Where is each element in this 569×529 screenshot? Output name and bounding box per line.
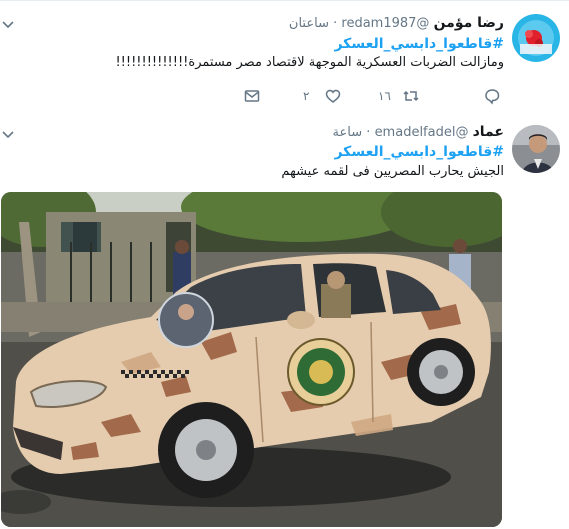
tweet-header: عماد @emadelfadel · ساعة	[333, 122, 504, 142]
display-name[interactable]: رضا مؤمن	[434, 15, 504, 31]
user-handle[interactable]: @emadelfadel	[375, 125, 469, 140]
separator-dot: ·	[333, 16, 338, 31]
like-icon[interactable]	[324, 87, 342, 105]
avatar[interactable]	[512, 14, 560, 62]
dm-icon[interactable]	[243, 87, 261, 105]
user-handle[interactable]: @redam1987	[341, 16, 429, 31]
like-count: ٢	[303, 89, 310, 103]
attached-photo[interactable]	[1, 192, 502, 527]
tweet-header: رضا مؤمن @redam1987 · ساعتان	[289, 13, 504, 33]
separator-dot: ·	[366, 125, 371, 140]
tweet[interactable]: رضا مؤمن @redam1987 · ساعتان #قاطعوا_داب…	[0, 0, 569, 114]
retweet-count: ١٦	[378, 89, 391, 103]
caret-down-icon[interactable]	[2, 129, 14, 141]
avatar[interactable]	[512, 125, 560, 173]
tweet[interactable]: عماد @emadelfadel · ساعة #قاطعوا_دابسي_ا…	[0, 113, 569, 529]
caret-down-icon[interactable]	[2, 19, 14, 31]
hashtag-link[interactable]: #قاطعوا_دابسي_العسكر	[334, 35, 504, 53]
timestamp[interactable]: ساعتان	[289, 16, 329, 31]
retweet-icon[interactable]	[402, 87, 420, 105]
tweet-text: الجيش يحارب المصريين فى لقمه عيشهم	[281, 164, 504, 179]
hashtag-link[interactable]: #قاطعوا_دابسي_العسكر	[334, 143, 504, 161]
timestamp[interactable]: ساعة	[333, 125, 363, 140]
display-name[interactable]: عماد	[473, 124, 504, 140]
tweet-text: ومازالت الضربات العسكرية الموجهة لاقتصاد…	[115, 55, 504, 70]
reply-icon[interactable]	[483, 87, 501, 105]
tweet-actions: ١٦ ٢	[0, 87, 569, 105]
